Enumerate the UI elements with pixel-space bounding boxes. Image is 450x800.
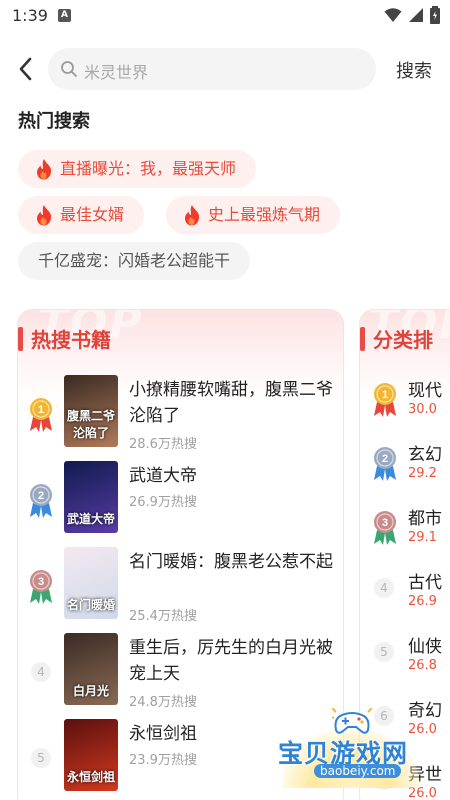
status-icons — [384, 6, 440, 24]
category-hot-count: 29.1 — [408, 530, 437, 545]
search-button[interactable]: 搜索 — [396, 57, 432, 83]
book-cover[interactable]: 白月光 — [64, 633, 118, 705]
search-icon — [61, 61, 77, 77]
book-title[interactable]: 武道大帝 — [129, 463, 343, 489]
cover-title: 武道大帝 — [66, 512, 115, 526]
category-item[interactable]: 3 都市 29.1 — [360, 500, 450, 556]
category-hot-count: 26.9 — [408, 594, 437, 609]
hot-search-tag[interactable]: 千亿盛宠：闪婚老公超能干 — [18, 242, 251, 280]
flame-icon — [37, 205, 52, 226]
hot-search-title: 热门搜索 — [18, 111, 90, 132]
battery-icon — [430, 6, 440, 24]
silver-medal-icon: 2 — [28, 481, 54, 519]
book-hot-count: 28.6万热搜 — [129, 437, 197, 452]
tag-label: 最佳女婿 — [60, 205, 125, 224]
book-cover[interactable]: 名门暖婚 — [64, 547, 118, 619]
category-item[interactable]: 4 古代 26.9 — [360, 564, 450, 620]
svg-text:3: 3 — [382, 517, 388, 529]
tag-label: 千亿盛宠：闪婚老公超能干 — [38, 251, 231, 270]
book-cover[interactable]: 腹黑二爷沦陷了 — [64, 375, 118, 447]
site-watermark: 宝贝游戏网 baobeiy.com — [274, 704, 424, 788]
book-item[interactable]: 4 白月光 重生后，厉先生的白月光被宠上天 24.8万热搜 — [18, 633, 343, 713]
book-hot-count: 23.9万热搜 — [129, 753, 197, 768]
svg-text:1: 1 — [38, 404, 44, 416]
signal-icon — [409, 8, 423, 22]
category-name: 玄幻 — [408, 445, 442, 465]
category-item[interactable]: 2 玄幻 29.2 — [360, 436, 450, 492]
cover-title: 腹黑二爷沦陷了 — [66, 409, 115, 440]
svg-text:3: 3 — [38, 576, 44, 588]
svg-text:2: 2 — [38, 490, 44, 502]
cover-title: 永恒剑祖 — [66, 770, 115, 784]
bronze-medal-icon: 3 — [28, 567, 54, 605]
category-hot-count: 26.8 — [408, 658, 437, 673]
rank-number: 5 — [374, 642, 394, 662]
category-item[interactable]: 1 现代 30.0 — [360, 372, 450, 428]
notification-icon: A — [58, 9, 71, 22]
gamepad-icon — [332, 708, 372, 734]
status-bar: 1:39 A — [0, 0, 450, 32]
book-item[interactable]: 2 武道大帝 武道大帝 26.9万热搜 — [18, 461, 343, 541]
cover-title: 名门暖婚 — [66, 598, 115, 612]
book-item[interactable]: 1 腹黑二爷沦陷了 小撩精腰软嘴甜，腹黑二爷沦陷了 28.6万热搜 — [18, 375, 343, 455]
category-hot-count: 29.2 — [408, 466, 437, 481]
book-cover[interactable]: 武道大帝 — [64, 461, 118, 533]
hot-books-title: 热搜书籍 — [31, 328, 111, 352]
svg-text:1: 1 — [382, 389, 388, 401]
book-cover[interactable]: 永恒剑祖 — [64, 719, 118, 791]
tag-label: 史上最强炼气期 — [208, 205, 321, 224]
rank-number: 4 — [31, 662, 51, 682]
category-item[interactable]: 5 仙侠 26.8 — [360, 628, 450, 684]
book-hot-count: 26.9万热搜 — [129, 495, 197, 510]
category-title: 分类排 — [373, 328, 433, 352]
book-hot-count: 24.8万热搜 — [129, 695, 197, 710]
rank-number: 5 — [31, 748, 51, 768]
back-arrow-icon[interactable] — [14, 55, 40, 83]
book-title[interactable]: 小撩精腰软嘴甜，腹黑二爷沦陷了 — [129, 377, 343, 429]
flame-icon — [185, 205, 200, 226]
category-name: 古代 — [408, 573, 442, 593]
silver-medal-icon: 2 — [372, 444, 398, 482]
rank-number: 4 — [374, 578, 394, 598]
watermark-url: baobeiy.com — [314, 764, 402, 778]
gold-medal-icon: 1 — [372, 380, 398, 418]
hot-search-tag[interactable]: 史上最强炼气期 — [166, 196, 341, 234]
svg-text:2: 2 — [382, 453, 388, 465]
category-name: 仙侠 — [408, 637, 442, 657]
book-title[interactable]: 重生后，厉先生的白月光被宠上天 — [129, 635, 343, 687]
status-time: 1:39 — [12, 6, 48, 25]
category-name: 现代 — [408, 381, 442, 401]
card-title-bar — [360, 327, 365, 351]
tag-label: 直播曝光：我，最强天师 — [60, 159, 237, 178]
search-placeholder: 米灵世界 — [84, 63, 149, 82]
hot-search-tag[interactable]: 直播曝光：我，最强天师 — [18, 150, 257, 188]
book-title[interactable]: 名门暖婚：腹黑老公惹不起 — [129, 549, 343, 575]
flame-icon — [37, 159, 52, 180]
search-input[interactable]: 米灵世界 — [48, 48, 376, 90]
category-hot-count: 30.0 — [408, 402, 437, 417]
wifi-icon — [384, 8, 402, 22]
cover-title: 白月光 — [72, 684, 109, 698]
bronze-medal-icon: 3 — [372, 508, 398, 546]
book-hot-count: 25.4万热搜 — [129, 609, 197, 624]
search-row: 米灵世界 搜索 — [0, 46, 450, 92]
hot-search-tag[interactable]: 最佳女婿 — [18, 196, 145, 234]
category-hot-count: 26.0 — [408, 786, 437, 800]
card-title-bar — [18, 327, 23, 351]
gold-medal-icon: 1 — [28, 395, 54, 433]
category-name: 都市 — [408, 509, 442, 529]
book-item[interactable]: 3 名门暖婚 名门暖婚：腹黑老公惹不起 25.4万热搜 — [18, 547, 343, 627]
